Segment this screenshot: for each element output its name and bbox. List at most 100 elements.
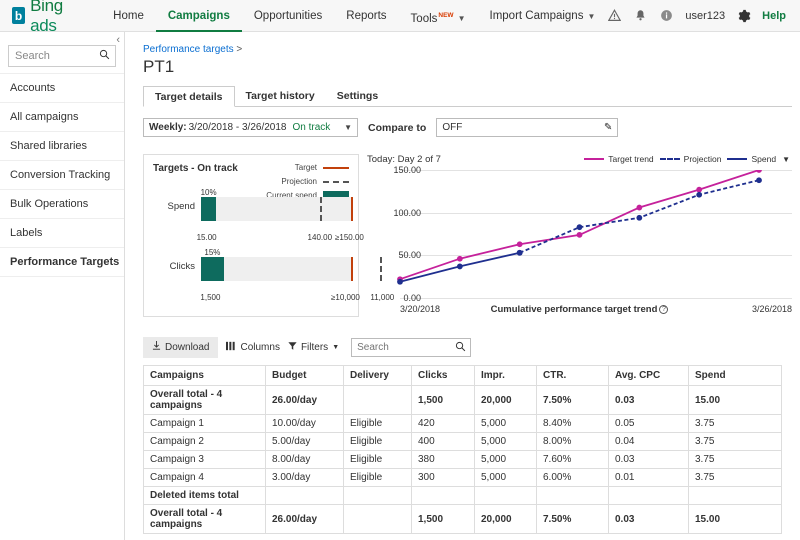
columns-button[interactable]: Columns — [226, 341, 280, 354]
legend-label: Target trend — [608, 154, 654, 164]
table-cell — [474, 486, 537, 505]
table-header-ctr[interactable]: CTR. — [536, 365, 609, 386]
chevron-down-icon[interactable]: ▼ — [332, 344, 339, 351]
user-name-label[interactable]: user123 — [685, 10, 725, 22]
search-icon[interactable] — [99, 49, 110, 63]
nav-item-opportunities[interactable]: Opportunities — [242, 0, 334, 32]
info-icon[interactable] — [659, 8, 674, 23]
table-cell[interactable]: Campaign 3 — [143, 450, 266, 469]
tab-target-history[interactable]: Target history — [235, 86, 326, 107]
sidebar-collapse-icon[interactable]: ‹ — [116, 34, 120, 46]
main-nav-items: Home Campaigns Opportunities Reports ToolsNE… — [101, 0, 607, 32]
table-row[interactable]: Overall total - 4 campaigns 26.00/day 1,50… — [143, 385, 782, 415]
table-header-campaigns[interactable]: Campaigns — [143, 365, 266, 386]
table-cell: 7.50% — [536, 504, 609, 534]
legend-swatch — [727, 158, 748, 160]
nav-item-campaigns[interactable]: Campaigns — [155, 0, 242, 32]
chevron-down-icon[interactable]: ▼ — [782, 155, 790, 164]
nav-item-reports[interactable]: Reports — [334, 0, 398, 32]
warning-icon[interactable] — [607, 8, 622, 23]
table-header-avg-cpc[interactable]: Avg. CPC — [608, 365, 689, 386]
target-tick — [351, 197, 353, 221]
table-cell: 26.00/day — [265, 504, 344, 534]
date-range-selector[interactable]: Weekly: 3/20/2018 - 3/26/2018 On track ▼ — [143, 118, 358, 137]
filter-row: Weekly: 3/20/2018 - 3/26/2018 On track ▼… — [143, 118, 792, 137]
columns-icon — [226, 341, 236, 354]
table-row[interactable]: Campaign 2 5.00/day Eligible 400 5,000 8.00% 0… — [143, 432, 782, 451]
nav-item-home[interactable]: Home — [101, 0, 156, 32]
tab-target-details[interactable]: Target details — [143, 86, 235, 107]
legend-item: Projection — [659, 154, 721, 164]
search-icon[interactable] — [455, 341, 466, 355]
table-cell[interactable]: Campaign 4 — [143, 468, 266, 487]
table-header-spend[interactable]: Spend — [688, 365, 782, 386]
nav-item-label: Campaigns — [167, 9, 230, 22]
date-range-label: Weekly: — [149, 122, 187, 133]
table-cell[interactable]: Campaign 2 — [143, 432, 266, 451]
chevron-down-icon[interactable]: ▼ — [344, 123, 352, 132]
table-cell: Eligible — [343, 450, 412, 469]
sidebar-item-bulk-operations[interactable]: Bulk Operations — [0, 190, 124, 219]
top-navigation-bar: b Bing ads Home Campaigns Opportunities Rep… — [0, 0, 800, 35]
table-cell: 26.00/day — [265, 385, 344, 415]
nav-right-group: user123 Help — [607, 8, 790, 23]
download-button[interactable]: Download — [143, 337, 219, 358]
table-cell: 7.50% — [536, 385, 609, 415]
compare-to-field[interactable]: OFF ✎ — [436, 118, 619, 137]
nav-item-label: Tools — [410, 12, 438, 25]
breadcrumb-link[interactable]: Performance targets — [143, 44, 234, 55]
sidebar-item-accounts[interactable]: Accounts — [0, 73, 124, 103]
table-row[interactable]: Campaign 4 3.00/day Eligible 300 5,000 6.00% 0… — [143, 468, 782, 487]
table-row[interactable]: Overall total - 4 campaigns 26.00/day 1,50… — [143, 504, 782, 534]
filter-icon — [288, 341, 297, 354]
table-cell: 20,000 — [474, 504, 537, 534]
table-row[interactable]: Campaign 3 8.00/day Eligible 380 5,000 7.60% 0… — [143, 450, 782, 469]
table-cell — [343, 385, 412, 415]
legend-item: Projection — [266, 177, 349, 186]
trend-plot-area: 0.00 50.00 100.00 150.00 — [367, 165, 792, 303]
main-content: Performance targets > PT1 Target details… — [125, 32, 800, 540]
table-row[interactable]: Campaign 1 10.00/day Eligible 420 5,000 8.40%… — [143, 414, 782, 433]
current-value-label: 15.00 — [196, 233, 217, 242]
gear-icon[interactable] — [736, 8, 751, 23]
table-row[interactable]: Deleted items total — [143, 486, 782, 505]
bell-icon[interactable] — [633, 8, 648, 23]
table-cell: 20,000 — [474, 385, 537, 415]
nav-item-import-campaigns[interactable]: Import Campaigns ▼ — [478, 0, 608, 32]
breadcrumb[interactable]: Performance targets > — [143, 44, 792, 55]
table-search-input[interactable] — [351, 338, 472, 357]
table-cell: 0.05 — [608, 414, 689, 433]
table-cell — [343, 486, 412, 505]
nav-item-tools[interactable]: ToolsNEW ▼ — [399, 0, 478, 32]
filters-button[interactable]: Filters ▼ — [288, 341, 339, 354]
sidebar-item-performance-targets[interactable]: Performance Targets — [0, 248, 124, 277]
table-header-delivery[interactable]: Delivery — [343, 365, 412, 386]
brand-logo[interactable]: b Bing ads — [12, 0, 79, 36]
sidebar-item-labels[interactable]: Labels — [0, 219, 124, 248]
nav-item-label: Home — [113, 9, 144, 22]
table-cell[interactable]: Campaign 1 — [143, 414, 266, 433]
info-icon-small[interactable]: ? — [659, 304, 669, 314]
target-bar-clicks: Clicks 15% 1,500 ≥10,000 11,000 — [153, 248, 395, 302]
help-link[interactable]: Help — [762, 10, 786, 22]
table-header-impr[interactable]: Impr. — [474, 365, 537, 386]
sidebar-item-all-campaigns[interactable]: All campaigns — [0, 103, 124, 132]
target-bar-track: 10% 15.00 140.00 ≥150.00 — [197, 188, 364, 242]
edit-pencil-icon[interactable]: ✎ — [604, 122, 612, 133]
table-header-budget[interactable]: Budget — [265, 365, 344, 386]
target-bar-spend: Spend 10% 15.00 140.00 ≥150.00 — [153, 188, 364, 242]
table-cell: 300 — [411, 468, 475, 487]
date-range-value: 3/20/2018 - 3/26/2018 — [188, 122, 287, 133]
table-header-clicks[interactable]: Clicks — [411, 365, 475, 386]
chevron-down-icon[interactable]: ▼ — [587, 12, 595, 21]
table-cell: 15.00 — [688, 504, 782, 534]
charts-row: Targets - On track Target Projection Curre… — [143, 154, 792, 324]
sidebar-item-shared-libraries[interactable]: Shared libraries — [0, 132, 124, 161]
nav-item-label: Reports — [346, 9, 387, 22]
chevron-down-icon[interactable]: ▼ — [458, 14, 466, 23]
table-cell: 3.75 — [688, 468, 782, 487]
table-search-wrapper — [351, 338, 472, 357]
sidebar-item-conversion-tracking[interactable]: Conversion Tracking — [0, 161, 124, 190]
status-badge: On track — [292, 122, 331, 133]
tab-settings[interactable]: Settings — [326, 86, 389, 107]
